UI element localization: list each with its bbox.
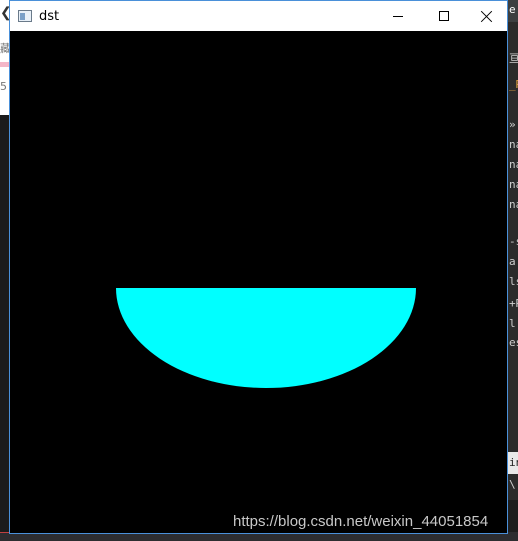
background-text-fragment: 5 [0,80,7,93]
background-text-fragment: in [509,456,518,469]
background-text-fragment: na [509,178,518,191]
background-text-fragment: a [509,255,516,268]
close-icon [481,10,493,22]
background-highlight [0,62,9,67]
background-text-fragment: ls [509,275,518,288]
image-canvas [10,31,507,533]
cyan-half-ellipse [116,288,416,388]
background-text-fragment: na [509,198,518,211]
background-text-fragment: na [509,158,518,171]
background-text-fragment: \ [509,478,516,491]
background-left-strip: ❮ 藏 5 [0,0,12,541]
background-text-fragment: -s [509,235,518,248]
background-text-fragment: e [509,3,516,16]
maximize-icon [439,11,449,21]
watermark-text: https://blog.csdn.net/weixin_44051854 [233,513,489,530]
background-text-fragment: es [509,336,518,349]
background-text-fragment: _R [509,78,518,91]
window-title: dst [39,8,60,24]
window-titlebar[interactable]: dst [10,1,507,31]
image-drawing [116,288,416,388]
image-window: dst [9,0,508,534]
background-text-fragment: +R [509,297,518,310]
background-text-fragment: na [509,138,518,151]
background-editor-strip: e 亘 _R » na na na na -s a ls +R l es in … [508,0,518,541]
minimize-icon [393,15,403,17]
background-dark-panel [0,115,9,541]
close-button[interactable] [467,1,507,31]
background-text-fragment: 亘 [509,52,518,65]
background-text-fragment: » [509,118,516,131]
app-window-icon[interactable] [18,10,32,22]
minimize-button[interactable] [375,1,421,31]
background-text-fragment: l [509,317,516,330]
maximize-button[interactable] [421,1,467,31]
